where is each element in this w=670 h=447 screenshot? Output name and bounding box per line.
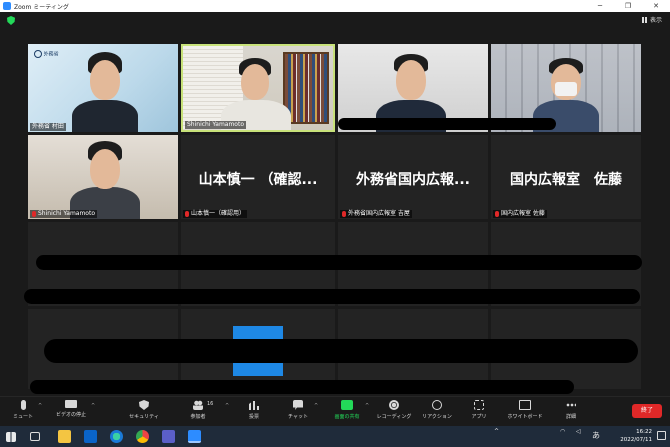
participant-name-label: Shinichi Yamamoto	[30, 210, 97, 218]
polls-button[interactable]: 投票	[231, 400, 277, 420]
windows-start-icon[interactable]	[6, 432, 16, 442]
participants-count: 16	[207, 401, 214, 407]
window-controls: ─ ❐ ✕	[586, 0, 670, 12]
security-button[interactable]: セキュリティ	[121, 400, 167, 420]
end-meeting-button[interactable]: 終了	[632, 404, 662, 418]
mic-muted-icon	[342, 211, 346, 217]
share-screen-button[interactable]: 画面の共有	[324, 400, 370, 420]
redaction-bar	[36, 255, 642, 270]
minimize-button[interactable]: ─	[586, 0, 614, 12]
mic-muted-icon	[495, 211, 499, 217]
mute-options-caret[interactable]: ^	[38, 403, 42, 409]
file-explorer-icon[interactable]	[58, 430, 71, 443]
wifi-icon[interactable]: ◠	[560, 428, 565, 435]
redaction-bar	[30, 380, 574, 394]
mic-muted-icon	[185, 211, 189, 217]
view-label: 表示	[649, 17, 662, 24]
close-button[interactable]: ✕	[642, 0, 670, 12]
mofa-logo: 外務省	[34, 50, 59, 58]
task-view-icon[interactable]	[30, 432, 40, 441]
video-placeholder	[233, 326, 283, 340]
video-tile[interactable]: 外務省 外務省 村田	[28, 44, 178, 132]
video-tile-active-speaker[interactable]: Shinichi Yamamoto	[181, 44, 335, 132]
edge-icon[interactable]	[110, 430, 123, 443]
share-options-caret[interactable]: ^	[365, 403, 369, 409]
participant-name-label: 外務省 村田	[30, 123, 66, 131]
window-titlebar: Zoom ミーティング ─ ❐ ✕	[0, 0, 670, 12]
mofa-logo-text: 外務省	[43, 51, 59, 58]
participant-display-name: 山本慎一 （確認...	[198, 172, 318, 188]
record-icon	[389, 400, 399, 410]
meeting-toolbar: ミュート ^ ビデオの停止 ^ セキュリティ 参加者 16 ^ 投票 チャット …	[0, 396, 670, 426]
windows-taskbar: ^ ◠ ◁ あ 16:22 2022/07/11	[0, 426, 670, 447]
zoom-taskbar-icon[interactable]	[188, 430, 201, 443]
participant-name-label: Shinichi Yamamoto	[185, 121, 246, 129]
teams-icon[interactable]	[162, 430, 175, 443]
encryption-shield-icon[interactable]	[7, 16, 15, 25]
name-tile[interactable]: 外務省国内広報... 外務省国内広報室 吉屋	[338, 135, 488, 219]
video-options-caret[interactable]: ^	[91, 403, 95, 409]
mic-muted-icon	[32, 211, 36, 217]
participants-button[interactable]: 参加者	[175, 400, 221, 420]
show-hidden-icons[interactable]: ^	[494, 428, 499, 435]
poll-chart-icon	[249, 401, 259, 410]
participants-icon	[193, 400, 203, 410]
video-placeholder	[233, 362, 283, 376]
volume-icon[interactable]: ◁	[576, 428, 581, 435]
zoom-logo-icon	[3, 2, 11, 10]
security-shield-icon	[139, 400, 149, 410]
redaction-bar	[338, 118, 556, 130]
whiteboard-button[interactable]: ホワイトボード	[502, 400, 548, 420]
microphone-icon	[20, 400, 26, 410]
redaction-bar	[44, 339, 638, 363]
more-dots-icon	[566, 400, 576, 410]
apps-button[interactable]: アプリ	[456, 400, 502, 420]
more-button[interactable]: 詳細	[548, 400, 594, 420]
participants-options-caret[interactable]: ^	[225, 403, 229, 409]
chat-options-caret[interactable]: ^	[314, 403, 318, 409]
participant-name-label: 外務省国内広報室 吉屋	[340, 210, 412, 218]
participant-display-name: 外務省国内広報...	[356, 172, 470, 188]
notification-icon[interactable]	[657, 431, 666, 440]
whiteboard-icon	[519, 400, 531, 410]
reaction-smiley-icon	[432, 400, 442, 410]
name-tile[interactable]: 国内広報室 佐藤 国内広報室 佐藤	[491, 135, 641, 219]
chrome-icon[interactable]	[136, 430, 149, 443]
system-clock[interactable]: 16:22 2022/07/11	[620, 428, 652, 444]
chat-bubble-icon	[293, 400, 303, 410]
record-button[interactable]: レコーディング	[371, 400, 417, 420]
video-tile[interactable]: Shinichi Yamamoto	[28, 135, 178, 219]
maximize-button[interactable]: ❐	[614, 0, 642, 12]
apps-icon	[474, 400, 484, 410]
participant-display-name: 国内広報室 佐藤	[510, 172, 622, 188]
participant-name-label: 国内広報室 佐藤	[493, 210, 547, 218]
reactions-button[interactable]: リアクション	[414, 400, 460, 420]
camera-icon	[65, 400, 77, 408]
view-button[interactable]: 表示	[641, 15, 662, 24]
meeting-area: 表示 外務省 外務省 村田 Shinichi Yamamoto Shinichi…	[0, 12, 670, 396]
grid-view-icon	[641, 16, 648, 23]
share-screen-icon	[341, 400, 353, 410]
stop-video-button[interactable]: ビデオの停止	[48, 400, 94, 418]
ime-indicator[interactable]: あ	[592, 430, 600, 441]
name-tile[interactable]: 山本慎一 （確認... 山本慎一（確認用）	[181, 135, 335, 219]
redaction-bar	[24, 289, 640, 304]
window-title: Zoom ミーティング	[14, 3, 69, 11]
outlook-icon[interactable]	[84, 430, 97, 443]
participant-name-label: 山本慎一（確認用）	[183, 210, 248, 218]
